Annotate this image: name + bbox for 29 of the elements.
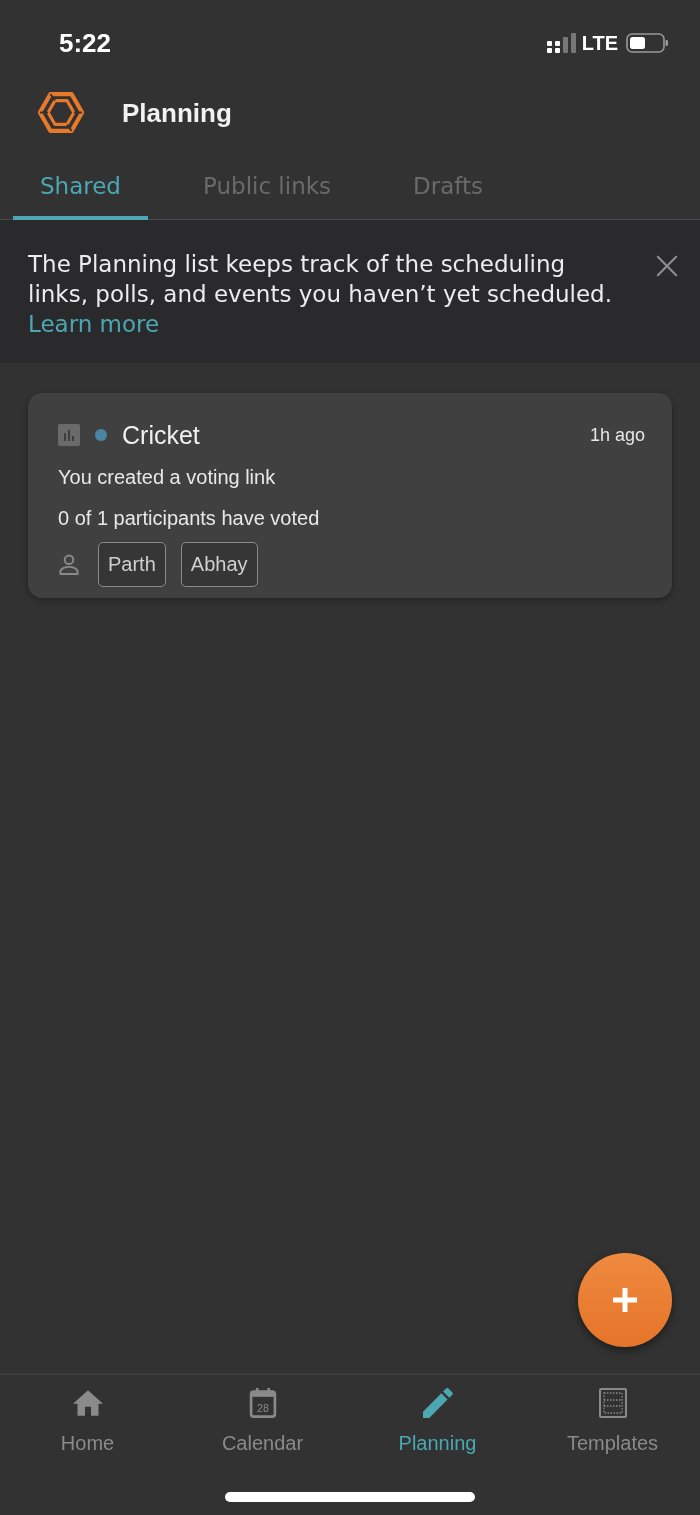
bar-chart-icon	[58, 424, 80, 446]
banner-text: The Planning list keeps track of the scheduling links, polls, and events you haven’t yet scheduled.	[28, 250, 614, 309]
close-icon[interactable]	[656, 255, 678, 277]
calendar-tab[interactable]: 28 Calendar	[175, 1388, 350, 1456]
card-time: 1h ago	[589, 424, 645, 446]
learn-more-link[interactable]: Learn more	[28, 309, 160, 339]
template-tab[interactable]: Templates	[525, 1388, 700, 1456]
hexagon-logo-icon	[38, 91, 84, 134]
card-description: You created a voting link	[58, 465, 276, 490]
plus-icon	[612, 1287, 638, 1313]
person-icon	[58, 554, 80, 575]
page-title: Planning	[122, 96, 232, 129]
signal-icon	[546, 32, 576, 53]
vote-progress-text: 0 of 1 participants have voted	[58, 506, 320, 531]
calendar-icon: 28	[247, 1388, 278, 1418]
status-time: 5:22	[59, 27, 112, 58]
participant-chip: Parth	[98, 542, 166, 587]
planning-card[interactable]: Cricket 1h ago You created a voting link 0 of 1 participants have voted Parth Abhay	[28, 393, 672, 598]
network-label: LTE	[581, 31, 618, 54]
template-icon	[597, 1388, 628, 1418]
home-icon	[72, 1388, 103, 1418]
participant-chip: Abhay	[180, 542, 258, 587]
card-title: Cricket	[122, 420, 200, 450]
pencil-tab[interactable]: Planning	[350, 1388, 525, 1456]
battery-icon	[626, 32, 668, 53]
pencil-icon	[422, 1388, 453, 1418]
tab[interactable]: Public links	[176, 172, 359, 220]
tab[interactable]: Drafts	[386, 172, 510, 220]
home-tab[interactable]: Home	[0, 1388, 175, 1456]
